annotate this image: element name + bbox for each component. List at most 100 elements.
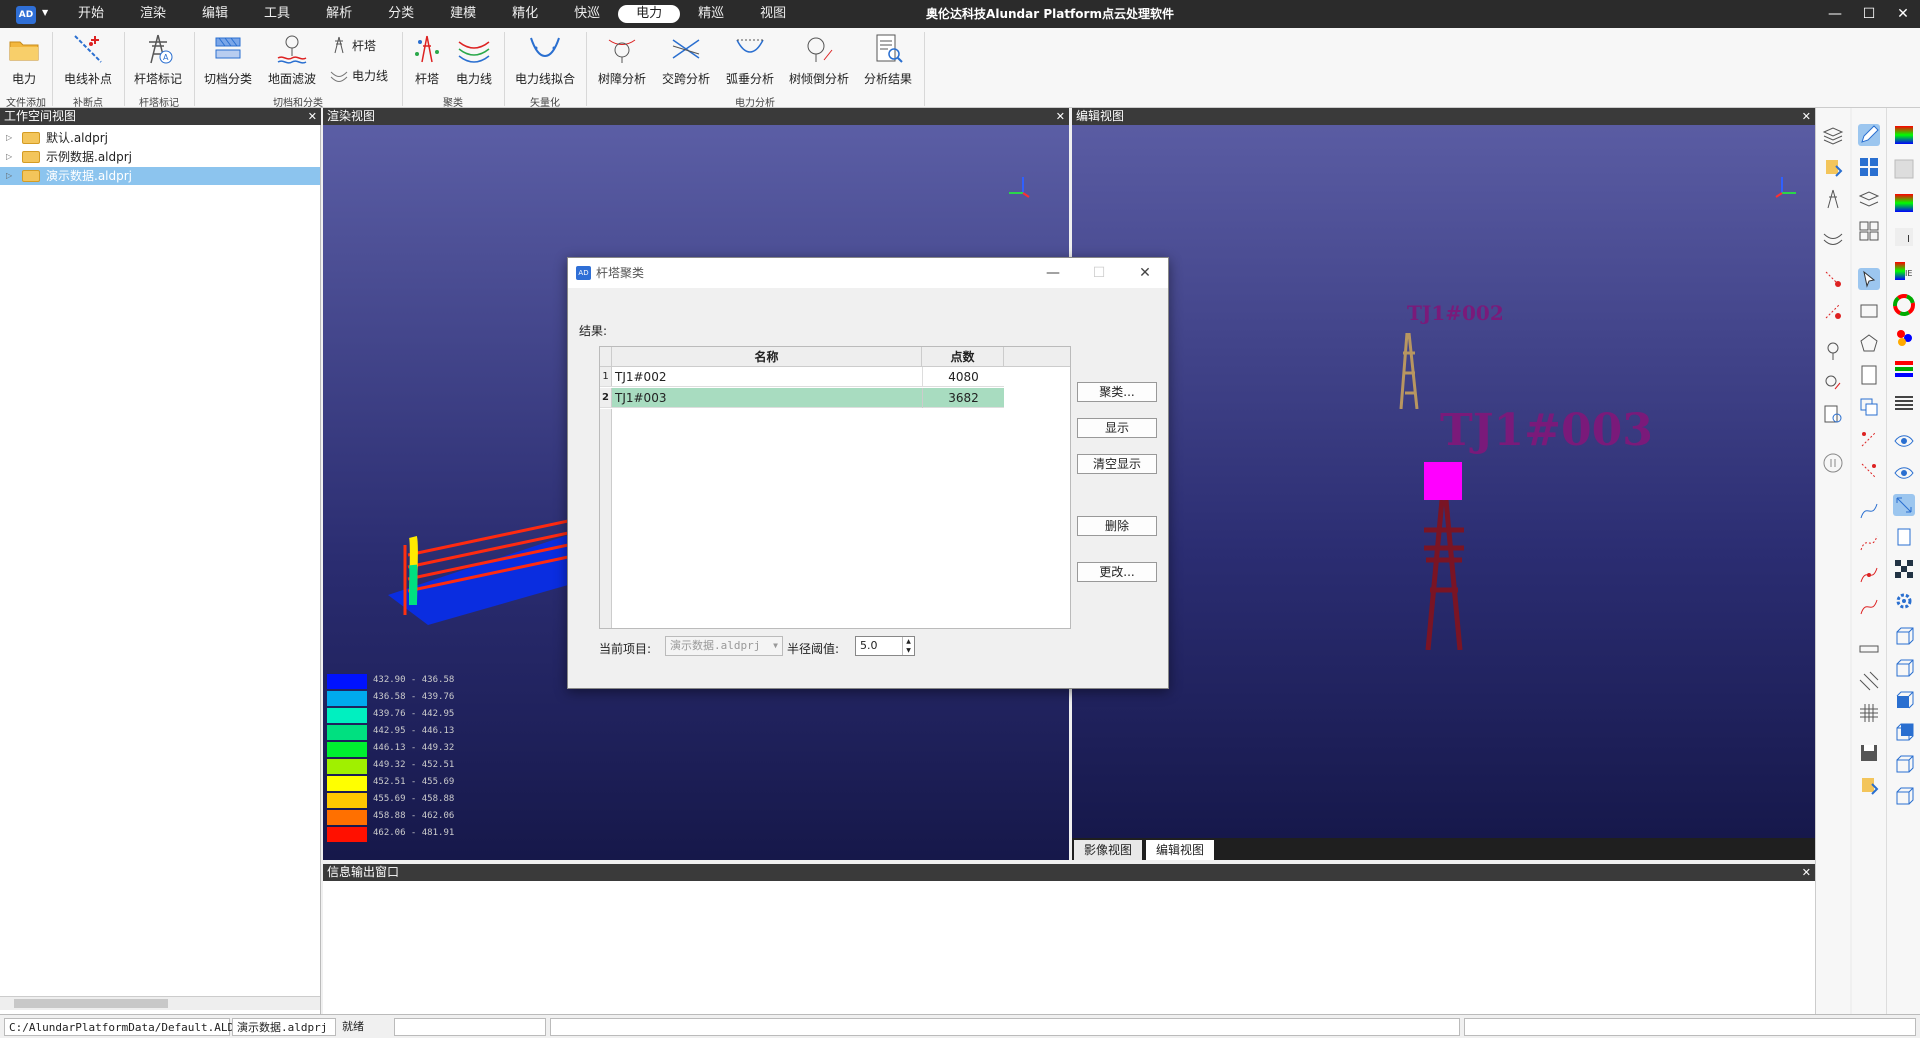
page-icon[interactable]	[1893, 526, 1915, 548]
menu-fine-patrol[interactable]: 精巡	[680, 0, 742, 28]
tree-tool-icon[interactable]	[1822, 340, 1844, 362]
tower-small-button[interactable]: 杆塔	[330, 36, 376, 54]
table-row[interactable]: 1 TJ1#002 4080	[600, 367, 1004, 387]
edit-view-canvas[interactable]: TJ1#002 TJ1#003	[1072, 125, 1815, 838]
crossing-analysis-button[interactable]: 交跨分析	[658, 32, 714, 87]
dialog-close-button[interactable]: ✕	[1122, 258, 1168, 288]
horizontal-scrollbar[interactable]	[0, 996, 320, 1010]
info-window-close-icon[interactable]: ✕	[1802, 864, 1811, 881]
wire-tool-icon[interactable]	[1822, 228, 1844, 250]
curve-node-icon[interactable]	[1858, 564, 1880, 586]
menu-render[interactable]: 渲染	[122, 0, 184, 28]
tree-item-default[interactable]: ▷ 默认.aldprj	[0, 129, 320, 147]
curve-split-icon[interactable]	[1858, 596, 1880, 618]
table-row-selected[interactable]: 2 TJ1#003 3682	[600, 388, 1004, 408]
modify-button[interactable]: 更改...	[1077, 562, 1157, 582]
powerline-fit-button[interactable]: 电力线拟合	[512, 32, 578, 87]
layers-icon[interactable]	[1822, 124, 1844, 146]
expand-arrow-icon[interactable]: ▷	[6, 148, 12, 166]
curve-icon[interactable]	[1858, 500, 1880, 522]
show-button[interactable]: 显示	[1077, 418, 1157, 438]
tree-item-sample[interactable]: ▷ 示例数据.aldprj	[0, 148, 320, 166]
tile-icon[interactable]	[1858, 220, 1880, 242]
menu-edit[interactable]: 编辑	[184, 0, 246, 28]
cube-front-icon[interactable]	[1893, 624, 1915, 646]
tree-item-demo[interactable]: ▷ 演示数据.aldprj	[0, 167, 320, 185]
expand-arrow-icon[interactable]: ▷	[6, 129, 12, 147]
color-ie-icon[interactable]: IE	[1893, 260, 1915, 282]
menu-modeling[interactable]: 建模	[432, 0, 494, 28]
result-table[interactable]: 名称 点数 1 TJ1#002 4080 2 TJ1#003 3682	[599, 346, 1071, 629]
menu-view[interactable]: 视图	[742, 0, 804, 28]
result-search-icon[interactable]	[1822, 404, 1844, 426]
minimize-button[interactable]: —	[1818, 0, 1852, 28]
color-wheel-icon[interactable]	[1893, 294, 1915, 316]
ground-filter-button[interactable]: 地面滤波	[264, 32, 320, 87]
mesh-grid-icon[interactable]	[1858, 702, 1880, 724]
render-view-close-icon[interactable]: ✕	[1056, 108, 1065, 125]
pointer-select-icon[interactable]	[1858, 268, 1880, 290]
cube-bottom-icon[interactable]	[1893, 784, 1915, 806]
tower-cluster-button[interactable]: 杆塔	[410, 32, 444, 87]
power-file-button[interactable]: 电力	[6, 32, 42, 87]
cluster-button[interactable]: 聚类...	[1077, 382, 1157, 402]
cube-iso-icon[interactable]	[1893, 720, 1915, 742]
color-gray-icon[interactable]	[1893, 158, 1915, 180]
checker-icon[interactable]	[1893, 558, 1915, 580]
radius-spinbox[interactable]: 5.0 ▲ ▼	[855, 636, 915, 656]
save-icon[interactable]	[1858, 742, 1880, 764]
grid-view-icon[interactable]	[1858, 156, 1880, 178]
dialog-minimize-button[interactable]: —	[1030, 258, 1076, 288]
menu-refine[interactable]: 精化	[494, 0, 556, 28]
eye-alt-icon[interactable]	[1893, 462, 1915, 484]
powerline-cluster-button[interactable]: 电力线	[452, 32, 496, 87]
stack-icon[interactable]	[1858, 188, 1880, 210]
column-header-name[interactable]: 名称	[612, 347, 922, 367]
settings-gear-icon[interactable]	[1893, 590, 1915, 612]
color-class-icon[interactable]	[1893, 326, 1915, 348]
column-header-count[interactable]: 点数	[922, 347, 1004, 367]
node-remove-icon[interactable]	[1858, 460, 1880, 482]
edit-view-close-icon[interactable]: ✕	[1802, 108, 1811, 125]
export-icon[interactable]	[1858, 774, 1880, 796]
tree-fall-analysis-button[interactable]: 树倾倒分析	[786, 32, 852, 87]
cube-side-icon[interactable]	[1893, 656, 1915, 678]
hatch-icon[interactable]	[1858, 670, 1880, 692]
polygon-select-icon[interactable]	[1858, 332, 1880, 354]
delete-button[interactable]: 删除	[1077, 516, 1157, 536]
tower-mark-button[interactable]: A 杆塔标记	[130, 32, 186, 87]
color-height-icon[interactable]	[1893, 124, 1915, 146]
cube-back-icon[interactable]	[1893, 752, 1915, 774]
pause-icon[interactable]	[1822, 452, 1844, 474]
fit-view-icon[interactable]	[1893, 494, 1915, 516]
spin-arrows-icon[interactable]: ▲ ▼	[902, 637, 914, 655]
info-output-area[interactable]	[323, 881, 1815, 1014]
span-classify-button[interactable]: 切档分类	[200, 32, 256, 87]
curve-edit-icon[interactable]	[1858, 532, 1880, 554]
sag-analysis-button[interactable]: 弧垂分析	[722, 32, 778, 87]
copy-icon[interactable]	[1858, 396, 1880, 418]
ruler-icon[interactable]	[1858, 638, 1880, 660]
menu-start[interactable]: 开始	[60, 0, 122, 28]
import-icon[interactable]	[1822, 156, 1844, 178]
app-logo[interactable]: AD	[16, 6, 36, 24]
expand-arrow-icon[interactable]: ▷	[6, 167, 12, 185]
quick-access-dropdown-icon[interactable]: ▼	[42, 8, 48, 17]
tower-tool-icon[interactable]	[1822, 188, 1844, 210]
workspace-close-icon[interactable]: ✕	[308, 108, 317, 125]
tree-barrier-analysis-button[interactable]: 树障分析	[594, 32, 650, 87]
document-icon[interactable]	[1858, 364, 1880, 386]
color-band-icon[interactable]	[1893, 358, 1915, 380]
node-add-icon[interactable]	[1858, 428, 1880, 450]
edit-pen-icon[interactable]	[1858, 124, 1880, 146]
lines-icon[interactable]	[1893, 392, 1915, 414]
wire-patch-button[interactable]: 电线补点	[60, 32, 116, 87]
maximize-button[interactable]: ☐	[1852, 0, 1886, 28]
tab-image-view[interactable]: 影像视图	[1074, 840, 1143, 860]
analysis-result-button[interactable]: 分析结果	[860, 32, 916, 87]
tree-fall-tool-icon[interactable]	[1822, 372, 1844, 394]
menu-power[interactable]: 电力	[618, 5, 681, 23]
powerline-small-button[interactable]: 电力线	[330, 66, 388, 84]
tab-edit-view[interactable]: 编辑视图	[1146, 840, 1215, 860]
rect-select-icon[interactable]	[1858, 300, 1880, 322]
